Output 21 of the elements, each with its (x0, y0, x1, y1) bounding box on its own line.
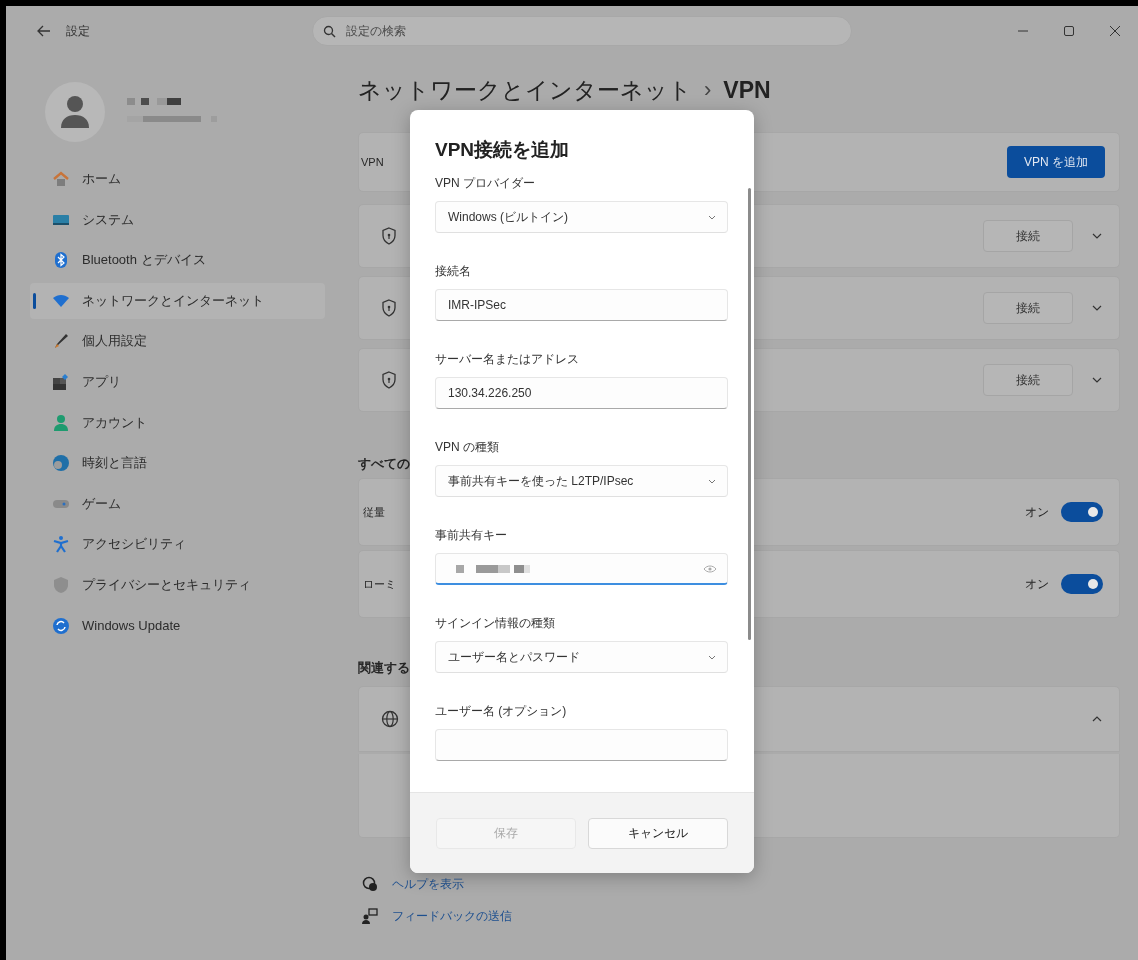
setting-label: 従量 (363, 504, 385, 520)
field-label: VPN プロバイダー (435, 175, 536, 192)
dropdown-value: 事前共有キーを使った L2TP/IPsec (448, 472, 634, 490)
field-label: 接続名 (435, 263, 472, 280)
field-label: VPN の種類 (435, 439, 500, 456)
toggle-state-label: オン (1025, 503, 1049, 521)
page-title: VPN (723, 76, 771, 105)
field-label: ユーザー名 (オプション) (435, 703, 568, 720)
setting-label: ローミ (363, 576, 396, 592)
card-label: VPN (361, 156, 384, 168)
field-label: サーバー名またはアドレス (435, 351, 580, 368)
dialog-title: VPN接続を追加 (435, 138, 571, 162)
dropdown-value: Windows (ビルトイン) (448, 208, 568, 226)
section-header: 関連する (358, 659, 411, 677)
field-label: サインイン情報の種類 (435, 615, 556, 632)
field-label: 事前共有キー (435, 527, 508, 544)
dropdown-value: ユーザー名とパスワード (448, 648, 580, 666)
breadcrumb-separator: › (704, 76, 712, 104)
section-header: すべての (358, 455, 411, 473)
toggle-state-label: オン (1025, 575, 1049, 593)
window-title: 設定 (66, 22, 91, 40)
